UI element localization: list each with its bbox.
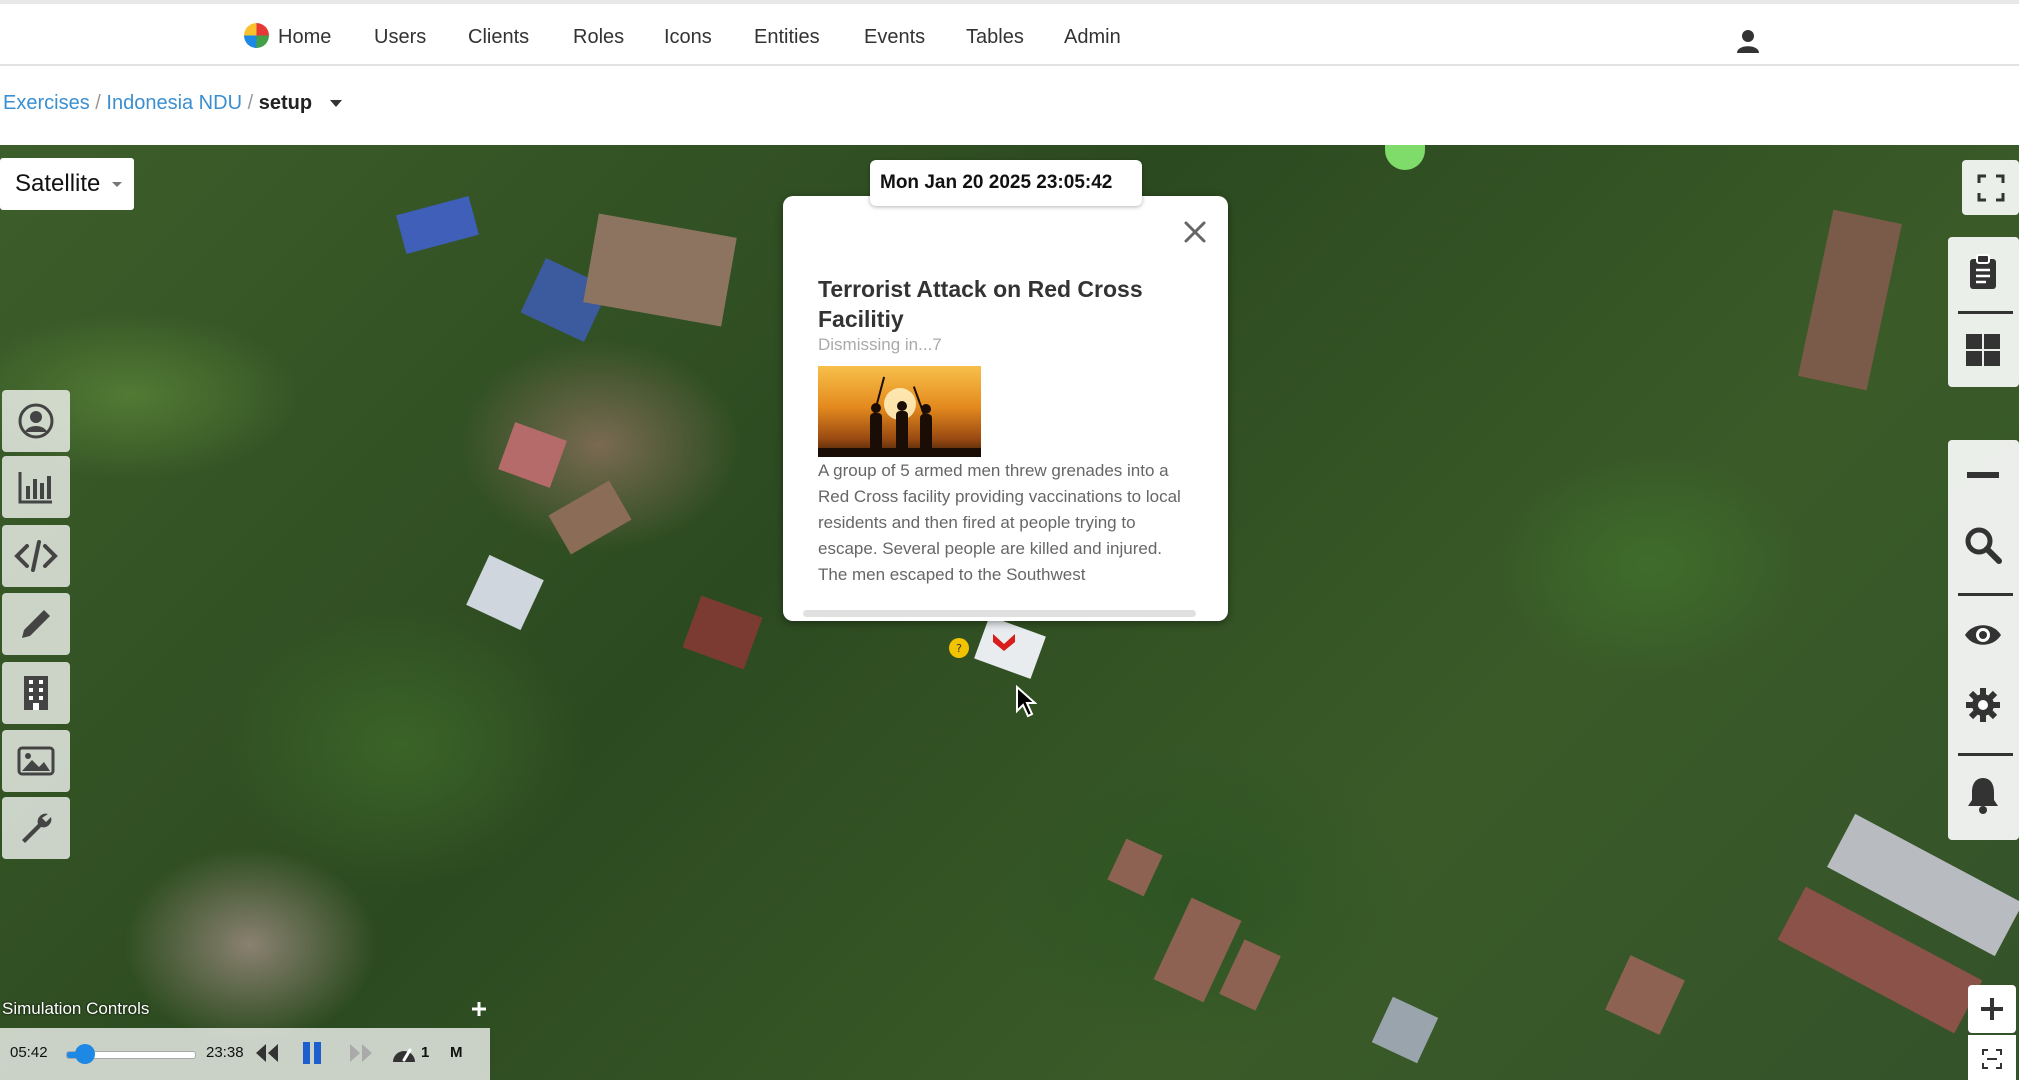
zoom-out-button[interactable] — [1948, 440, 2018, 510]
plus-icon — [1981, 998, 2003, 1020]
map-building — [682, 595, 763, 670]
fullscreen-icon[interactable] — [1977, 174, 2005, 202]
svg-text:?: ? — [956, 642, 962, 655]
nav-icons[interactable]: Icons — [664, 26, 712, 49]
nav-roles[interactable]: Roles — [573, 26, 624, 49]
nav-home[interactable]: Home — [278, 26, 331, 49]
tools-button[interactable] — [2, 797, 70, 859]
mouse-cursor-icon — [1016, 685, 1037, 718]
pause-icon[interactable] — [302, 1041, 322, 1065]
sim-start-time: 05:42 — [10, 1044, 48, 1061]
event-popup: Terrorist Attack on Red Cross Facilitiy … — [783, 196, 1228, 621]
close-icon[interactable] — [1181, 218, 1209, 246]
nav-entities[interactable]: Entities — [754, 26, 820, 49]
code-button[interactable] — [2, 525, 70, 587]
scan-icon — [1982, 1049, 2002, 1069]
navbar: Home Users Clients Roles Icons Entities … — [0, 4, 2019, 66]
map-building — [1219, 939, 1281, 1011]
event-image — [818, 366, 981, 457]
visibility-button[interactable] — [1948, 600, 2018, 670]
right-toolbar-top — [1948, 237, 2019, 387]
event-description: A group of 5 armed men threw grenades in… — [818, 461, 1181, 584]
nav-admin[interactable]: Admin — [1064, 26, 1121, 49]
search-button[interactable] — [1948, 510, 2018, 580]
breadcrumb-exercise[interactable]: Indonesia NDU — [106, 92, 242, 114]
nav-tables[interactable]: Tables — [966, 26, 1024, 49]
zoom-in-button[interactable] — [1968, 985, 2016, 1033]
tasks-button[interactable] — [1948, 237, 2018, 307]
sim-mode-button[interactable]: M — [450, 1044, 463, 1061]
rewind-icon[interactable] — [254, 1042, 280, 1064]
toolbar-divider — [1958, 593, 2013, 596]
simulation-controls-bar: 05:42 23:38 1 M — [0, 1028, 490, 1080]
red-cross-icon[interactable] — [991, 632, 1017, 652]
breadcrumb: Exercises / Indonesia NDU / setup — [3, 92, 342, 115]
user-circle-icon — [18, 403, 54, 439]
nav-users[interactable]: Users — [374, 26, 426, 49]
map-building — [1605, 955, 1685, 1035]
popup-scrollbar[interactable] — [803, 610, 1196, 617]
draw-button[interactable] — [2, 593, 70, 655]
caret-down-icon — [112, 182, 122, 187]
event-marker-icon[interactable]: ? — [948, 637, 970, 659]
user-profile-button[interactable] — [2, 390, 70, 452]
eye-icon — [1965, 625, 2001, 645]
map-field — [583, 213, 737, 327]
map-extra-button[interactable] — [1968, 1035, 2016, 1080]
user-account-icon[interactable] — [1737, 29, 1759, 53]
simulation-timestamp: Mon Jan 20 2025 23:05:42 — [870, 160, 1142, 206]
armed-men-silhouette-image — [818, 376, 981, 457]
layer-select-label: Satellite — [15, 170, 101, 197]
code-icon — [14, 540, 58, 572]
right-toolbar-bottom — [1948, 440, 2019, 840]
map-feature — [1385, 145, 1425, 170]
pencil-icon — [22, 610, 50, 638]
gear-icon — [1966, 688, 2000, 722]
settings-button[interactable] — [1948, 670, 2018, 740]
nav-clients[interactable]: Clients — [468, 26, 529, 49]
image-icon — [17, 746, 55, 776]
breadcrumb-separator: / — [95, 92, 101, 114]
map-building — [466, 554, 544, 631]
map-building — [1371, 996, 1439, 1064]
search-icon — [1965, 527, 2002, 564]
map-building — [1107, 838, 1163, 897]
expand-plus-icon[interactable] — [470, 1000, 488, 1018]
images-button[interactable] — [2, 730, 70, 792]
timeline-slider-handle[interactable] — [75, 1044, 96, 1064]
notifications-button[interactable] — [1948, 760, 2018, 830]
map-building — [396, 195, 479, 255]
speedometer-icon[interactable] — [391, 1042, 417, 1064]
sim-end-time: 23:38 — [206, 1044, 244, 1061]
minus-icon — [1967, 472, 1999, 478]
bar-chart-icon — [18, 472, 52, 504]
breadcrumb-separator: / — [247, 92, 254, 114]
chevron-down-icon[interactable] — [329, 100, 342, 108]
buildings-button[interactable] — [2, 662, 70, 724]
map-building — [498, 422, 567, 488]
toolbar-divider — [1958, 753, 2013, 756]
sim-speed: 1 — [421, 1044, 430, 1061]
map-field — [1798, 209, 1902, 391]
home-logo-icon[interactable] — [244, 23, 269, 48]
map-building — [548, 480, 632, 555]
layer-select-button[interactable]: Satellite — [0, 158, 134, 210]
nav-events[interactable]: Events — [864, 26, 925, 49]
wrench-icon — [22, 813, 52, 843]
clipboard-icon — [1970, 254, 1996, 289]
fast-forward-icon[interactable] — [348, 1042, 374, 1064]
grid-icon — [1966, 334, 2000, 366]
analytics-button[interactable] — [2, 456, 70, 518]
event-title: Terrorist Attack on Red Cross Facilitiy — [818, 276, 1143, 332]
dashboard-button[interactable] — [1948, 315, 2018, 385]
dismiss-countdown: Dismissing in...7 — [818, 335, 942, 354]
fullscreen-panel — [1962, 160, 2019, 215]
breadcrumb-current: setup — [258, 92, 313, 114]
breadcrumb-exercises[interactable]: Exercises — [3, 92, 90, 114]
building-icon — [24, 676, 48, 710]
bell-icon — [1968, 778, 1998, 814]
simulation-controls-label: Simulation Controls — [2, 999, 150, 1018]
toolbar-divider — [1958, 311, 2013, 314]
